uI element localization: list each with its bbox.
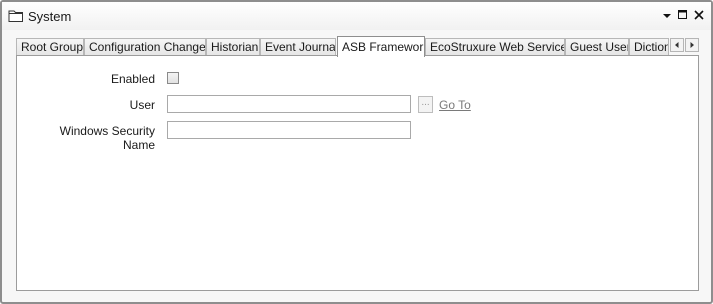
close-icon[interactable] <box>692 8 706 22</box>
windows-security-name-label: Windows Security Name <box>59 124 155 152</box>
user-input[interactable] <box>167 95 411 113</box>
asb-framework-panel: Enabled User ... Go To Windows Security … <box>16 55 699 291</box>
tab-label: Configuration Changes <box>89 40 206 54</box>
windows-security-name-input[interactable] <box>167 121 411 139</box>
folder-icon <box>8 9 24 23</box>
tab-historian[interactable]: Historian <box>206 38 260 55</box>
dropdown-arrow-icon[interactable] <box>660 8 674 22</box>
title-bar: System <box>2 2 711 30</box>
system-window: System Root Group Configuration Changes … <box>0 0 713 304</box>
tab-label: Historian <box>211 40 259 54</box>
tab-label: Dictionary <box>634 40 668 54</box>
tab-guest-user[interactable]: Guest User <box>565 38 629 55</box>
scroll-left-icon[interactable] <box>670 38 684 52</box>
go-to-link[interactable]: Go To <box>439 98 471 112</box>
tab-root-group[interactable]: Root Group <box>16 38 84 55</box>
tab-dictionary[interactable]: Dictionary <box>629 38 669 55</box>
tab-label: ASB Framework <box>342 40 425 54</box>
tab-label: EcoStruxure Web Services <box>430 40 565 54</box>
tab-strip: Root Group Configuration Changes Histori… <box>16 36 700 57</box>
enabled-checkbox[interactable] <box>167 72 179 84</box>
tab-label: Root Group <box>21 40 84 54</box>
window-title: System <box>28 9 72 24</box>
tab-asb-framework[interactable]: ASB Framework <box>337 36 425 57</box>
tab-event-journal[interactable]: Event Journal <box>260 38 336 55</box>
tab-configuration-changes[interactable]: Configuration Changes <box>84 38 206 55</box>
tab-ecostruxure-web-services[interactable]: EcoStruxure Web Services <box>425 38 565 55</box>
tab-label: Event Journal <box>265 40 336 54</box>
browse-button[interactable]: ... <box>418 96 433 113</box>
maximize-icon[interactable] <box>676 8 690 22</box>
tab-label: Guest User <box>570 40 629 54</box>
user-label: User <box>129 98 155 112</box>
enabled-label: Enabled <box>110 72 155 86</box>
scroll-right-icon[interactable] <box>685 38 699 52</box>
